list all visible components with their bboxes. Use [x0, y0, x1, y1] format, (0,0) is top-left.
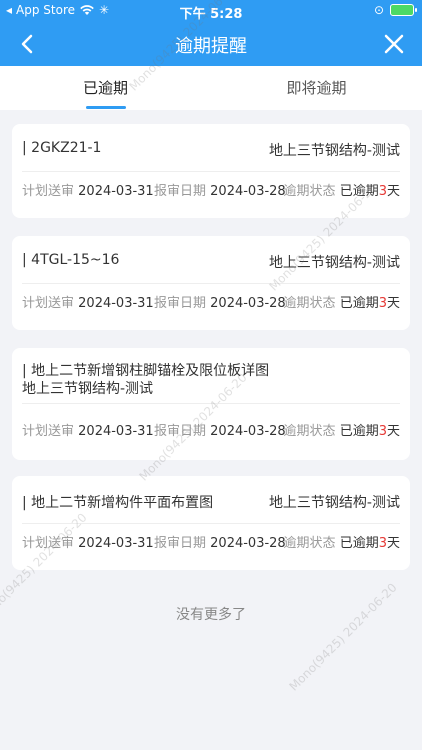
report-label: 报审日期	[154, 424, 207, 439]
overdue-days: 3	[378, 424, 387, 439]
status-suffix: 天	[386, 184, 400, 199]
status-prefix: 已逾期	[339, 424, 379, 439]
battery-icon	[390, 4, 417, 16]
report-date: 2024-03-28	[210, 184, 286, 199]
planned-label: 计划送审	[22, 296, 75, 311]
page-title: 逾期提醒	[175, 36, 247, 57]
tab-bar: 已逾期 即将逾期	[0, 66, 422, 110]
list-item[interactable]: | 地上二节新增构件平面布置图 地上三节钢结构-测试 计划送审 2024-03-…	[12, 476, 410, 570]
planned-label: 计划送审	[22, 184, 75, 199]
report-date: 2024-03-28	[210, 424, 286, 439]
planned-date: 2024-03-31	[78, 184, 154, 199]
status-prefix: 已逾期	[339, 184, 379, 199]
status-time: 下午 5:28	[179, 7, 243, 22]
planned-date: 2024-03-31	[78, 424, 154, 439]
report-label: 报审日期	[154, 184, 207, 199]
tab-upcoming[interactable]: 即将逾期	[211, 66, 422, 110]
status-prefix: 已逾期	[339, 296, 379, 311]
drawing-code: | 2GKZ21-1	[22, 140, 102, 156]
report-label: 报审日期	[154, 296, 207, 311]
status-bar: ◂ App Store ✳ 下午 5:28 ⊙	[0, 0, 422, 22]
active-tab-indicator	[86, 106, 126, 109]
rotation-lock-icon: ⊙	[373, 3, 384, 17]
planned-date: 2024-03-31	[78, 296, 154, 311]
status-label: 逾期状态	[283, 424, 336, 439]
status-prefix: 已逾期	[339, 536, 379, 551]
report-date: 2024-03-28	[210, 536, 286, 551]
overdue-days: 3	[378, 296, 387, 311]
report-label: 报审日期	[154, 536, 207, 551]
tab-overdue[interactable]: 已逾期	[0, 66, 211, 110]
app-header: ◂ App Store ✳ 下午 5:28 ⊙ 逾期提醒	[0, 0, 422, 66]
report-date: 2024-03-28	[210, 296, 286, 311]
watermark: Mono(9425) 2024-06-20	[286, 580, 400, 694]
status-suffix: 天	[386, 424, 400, 439]
nav-bar: 逾期提醒	[0, 22, 422, 66]
planned-date: 2024-03-31	[78, 536, 154, 551]
planned-label: 计划送审	[22, 424, 75, 439]
planned-label: 计划送审	[22, 536, 75, 551]
no-more-text: 没有更多了	[176, 607, 246, 623]
status-suffix: 天	[386, 296, 400, 311]
status-label: 逾期状态	[283, 536, 336, 551]
project-name: 地上三节钢结构-测试	[22, 381, 154, 397]
project-name: 地上三节钢结构-测试	[268, 495, 400, 511]
close-button[interactable]	[380, 30, 408, 58]
project-name: 地上三节钢结构-测试	[268, 143, 400, 159]
list-item[interactable]: | 地上二节新增钢柱脚锚栓及限位板详图 地上三节钢结构-测试 计划送审 2024…	[12, 348, 410, 460]
project-name: 地上三节钢结构-测试	[268, 255, 400, 271]
status-label: 逾期状态	[283, 184, 336, 199]
status-suffix: 天	[386, 536, 400, 551]
overdue-days: 3	[378, 536, 387, 551]
drawing-code: | 地上二节新增构件平面布置图	[22, 495, 214, 511]
list-item[interactable]: | 4TGL-15~16 地上三节钢结构-测试 计划送审 2024-03-31 …	[12, 236, 410, 330]
overdue-days: 3	[378, 184, 387, 199]
drawing-code: | 地上二节新增钢柱脚锚栓及限位板详图	[22, 363, 270, 379]
status-label: 逾期状态	[283, 296, 336, 311]
list-item[interactable]: | 2GKZ21-1 地上三节钢结构-测试 计划送审 2024-03-31 报审…	[12, 124, 410, 218]
drawing-code: | 4TGL-15~16	[22, 252, 120, 268]
